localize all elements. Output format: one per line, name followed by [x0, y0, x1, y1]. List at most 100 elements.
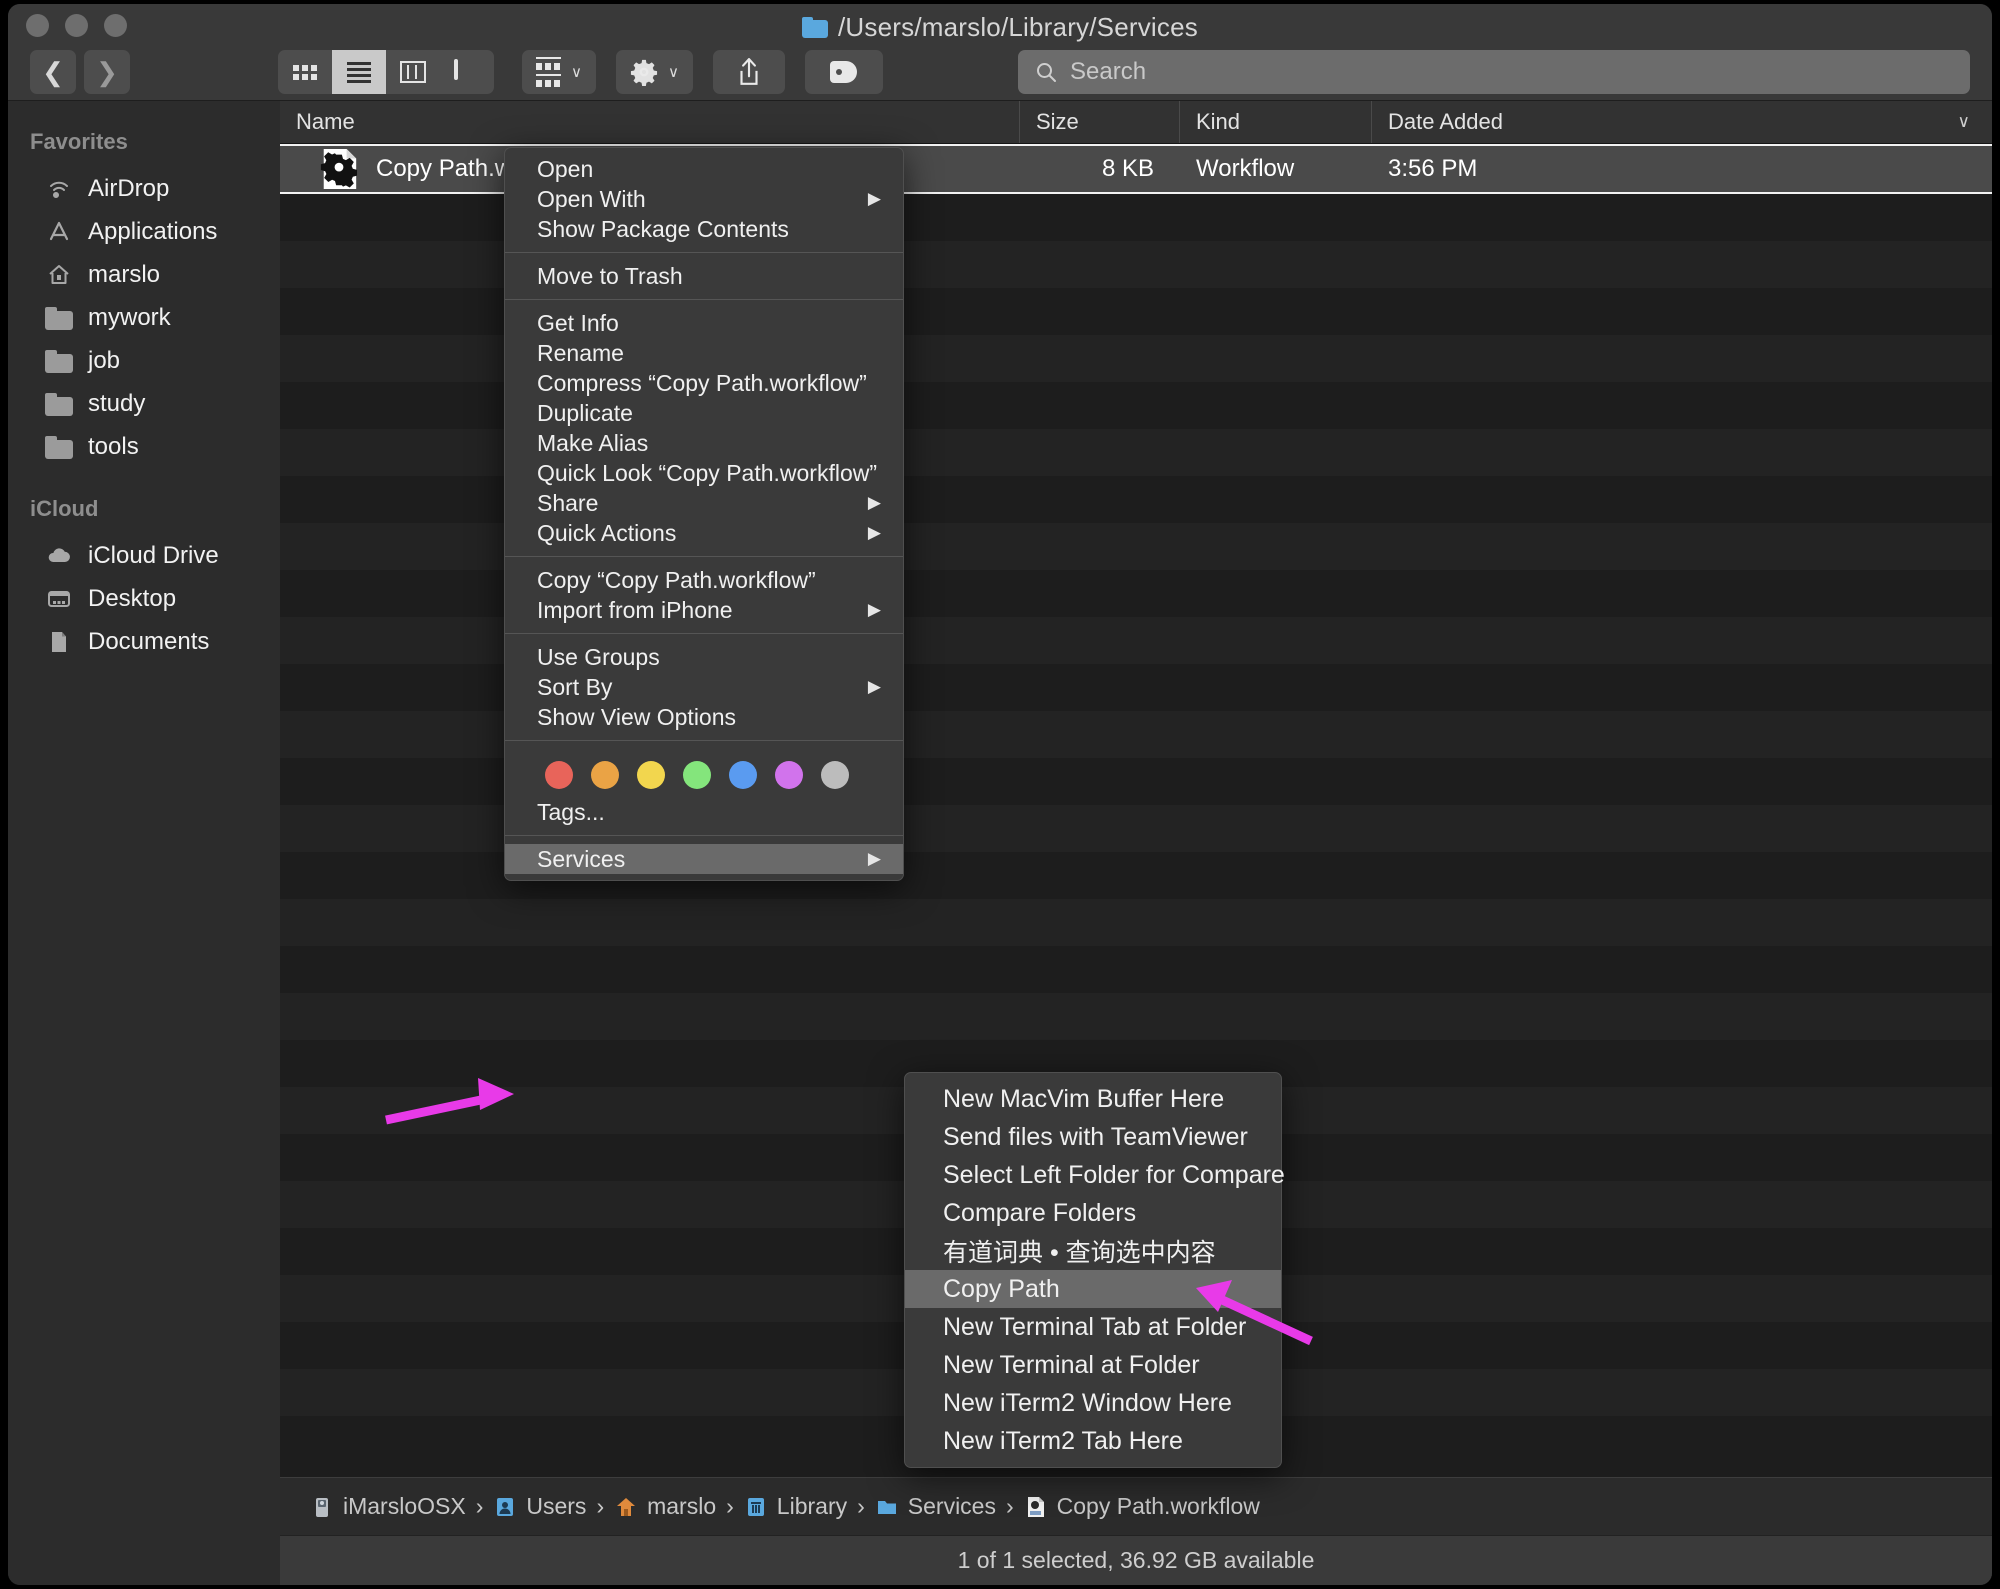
submenu-item-new-terminal-at-folder[interactable]: New Terminal at Folder	[905, 1346, 1281, 1384]
search-icon	[1037, 63, 1056, 82]
users-icon	[497, 1497, 514, 1516]
menu-item-share[interactable]: Share ▶	[505, 488, 903, 518]
menu-item-quick-look[interactable]: Quick Look “Copy Path.workflow”	[505, 458, 903, 488]
breadcrumb-label: Services	[907, 1493, 996, 1519]
menu-item-services[interactable]: Services ▶	[505, 844, 903, 874]
sidebar-item-icloud-drive[interactable]: iCloud Drive	[8, 534, 280, 577]
menu-separator	[505, 252, 903, 253]
chevron-right-icon: ▶	[867, 677, 881, 696]
submenu-item-new-iterm2-window-here[interactable]: New iTerm2 Window Here	[905, 1384, 1281, 1422]
breadcrumb-separator: ›	[857, 1493, 865, 1519]
back-button[interactable]: ❮	[30, 50, 76, 94]
column-header-name[interactable]: Name	[280, 101, 1020, 143]
sidebar-item-mywork[interactable]: mywork	[8, 296, 280, 339]
menu-item-open[interactable]: Open	[505, 154, 903, 184]
tag-color-gray[interactable]	[821, 761, 849, 789]
list-view-icon	[347, 59, 371, 86]
search-field[interactable]: Search	[1018, 50, 1970, 94]
menu-item-rename[interactable]: Rename	[505, 338, 903, 368]
chevron-right-icon: ▶	[867, 600, 881, 619]
menu-separator	[505, 740, 903, 741]
menu-item-compress[interactable]: Compress “Copy Path.workflow”	[505, 368, 903, 398]
empty-row	[280, 993, 1992, 1040]
workflow-gear-icon	[320, 148, 358, 190]
menu-item-sort-by[interactable]: Sort By ▶	[505, 672, 903, 702]
submenu-item-compare-folders[interactable]: Compare Folders	[905, 1194, 1281, 1232]
submenu-item-new-macvim-buffer-here[interactable]: New MacVim Buffer Here	[905, 1080, 1281, 1118]
menu-item-get-info[interactable]: Get Info	[505, 308, 903, 338]
breadcrumb-item-imarslooosx[interactable]: iMarsloOSX	[310, 1493, 466, 1520]
tag-color-orange[interactable]	[591, 761, 619, 789]
menu-item-quick-actions[interactable]: Quick Actions ▶	[505, 518, 903, 548]
group-by-button[interactable]: ∨	[522, 50, 596, 94]
tag-color-red[interactable]	[545, 761, 573, 789]
sidebar-item-label: Applications	[88, 217, 218, 245]
submenu-item-send-files-with-teamviewer[interactable]: Send files with TeamViewer	[905, 1118, 1281, 1156]
column-header-kind[interactable]: Kind	[1180, 101, 1372, 143]
group-by-icon	[536, 57, 561, 87]
empty-row	[280, 899, 1992, 946]
sidebar-item-marslo[interactable]: marslo	[8, 253, 280, 296]
tag-color-yellow[interactable]	[637, 761, 665, 789]
sidebar-item-study[interactable]: study	[8, 382, 280, 425]
chevron-right-icon: ▶	[867, 189, 881, 208]
breadcrumb-separator: ›	[1005, 1493, 1014, 1519]
home-icon	[617, 1497, 636, 1516]
breadcrumb-item-users[interactable]: Users	[493, 1493, 586, 1520]
action-menu-button[interactable]: ∨	[615, 50, 693, 94]
menu-item-use-groups[interactable]: Use Groups	[505, 642, 903, 672]
cloud-icon	[44, 543, 74, 569]
finder-window: /Users/marslo/Library/Services ❮ ❯ ∨ ∨ S…	[8, 4, 1992, 1585]
submenu-item-select-left-folder-for-compare[interactable]: Select Left Folder for Compare	[905, 1156, 1285, 1194]
chevron-right-icon: ▶	[867, 849, 881, 868]
icon-view-button[interactable]	[278, 50, 332, 94]
column-header-date-added[interactable]: Date Added ∨	[1372, 101, 1992, 143]
toolbar: ❮ ❯ ∨ ∨ Search	[8, 44, 1992, 100]
chevron-down-icon: ∨	[1957, 112, 1970, 131]
menu-item-label: Import from iPhone	[537, 596, 733, 623]
menu-item-make-alias[interactable]: Make Alias	[505, 428, 903, 458]
menu-item-import-from-iphone[interactable]: Import from iPhone ▶	[505, 595, 903, 625]
menu-separator	[505, 633, 903, 634]
share-button[interactable]	[712, 50, 785, 94]
sidebar-item-job[interactable]: job	[8, 339, 280, 382]
gear-icon	[630, 59, 658, 86]
sidebar-item-airdrop[interactable]: AirDrop	[8, 167, 280, 210]
column-header-size[interactable]: Size	[1020, 101, 1180, 143]
menu-item-show-package-contents[interactable]: Show Package Contents	[505, 214, 903, 244]
icon-view-icon	[293, 64, 317, 80]
gallery-view-button[interactable]	[440, 50, 494, 94]
menu-item-copy[interactable]: Copy “Copy Path.workflow”	[505, 565, 903, 595]
menu-item-show-view-options[interactable]: Show View Options	[505, 702, 903, 732]
menu-item-move-to-trash[interactable]: Move to Trash	[505, 261, 903, 291]
breadcrumb-separator: ›	[596, 1493, 605, 1519]
breadcrumb-item-marslo[interactable]: marslo	[614, 1493, 716, 1520]
submenu-item-copy-path[interactable]: Copy Path	[905, 1270, 1281, 1308]
menu-item-label: Sort By	[537, 673, 613, 700]
edit-tags-button[interactable]	[804, 50, 883, 94]
submenu-item-youdao-dictionary[interactable]: 有道词典 • 查询选中内容	[905, 1232, 1281, 1270]
chevron-right-icon: ▶	[867, 523, 881, 542]
breadcrumb-item-services[interactable]: Services	[875, 1493, 996, 1520]
submenu-item-new-terminal-tab-at-folder[interactable]: New Terminal Tab at Folder	[905, 1308, 1281, 1346]
sidebar-item-applications[interactable]: Applications	[8, 210, 280, 253]
breadcrumb-label: iMarsloOSX	[343, 1493, 466, 1519]
view-mode-segmented-control	[278, 50, 494, 94]
sidebar-item-tools[interactable]: tools	[8, 425, 280, 468]
column-view-button[interactable]	[386, 50, 440, 94]
tag-color-blue[interactable]	[729, 761, 757, 789]
tag-color-green[interactable]	[683, 761, 711, 789]
menu-item-duplicate[interactable]: Duplicate	[505, 398, 903, 428]
submenu-item-new-iterm2-tab-here[interactable]: New iTerm2 Tab Here	[905, 1422, 1281, 1460]
forward-button[interactable]: ❯	[84, 50, 130, 94]
breadcrumb-item-library[interactable]: Library	[744, 1493, 847, 1520]
list-view-button[interactable]	[332, 50, 386, 94]
breadcrumb-item-copy-path-workflow[interactable]: Copy Path.workflow	[1024, 1493, 1260, 1520]
menu-item-tags[interactable]: Tags...	[505, 797, 903, 827]
sidebar-item-documents[interactable]: Documents	[8, 620, 280, 663]
tag-color-purple[interactable]	[775, 761, 803, 789]
navigation-buttons: ❮ ❯	[30, 50, 130, 94]
menu-separator	[505, 299, 903, 300]
sidebar-item-desktop[interactable]: Desktop	[8, 577, 280, 620]
menu-item-open-with[interactable]: Open With ▶	[505, 184, 903, 214]
